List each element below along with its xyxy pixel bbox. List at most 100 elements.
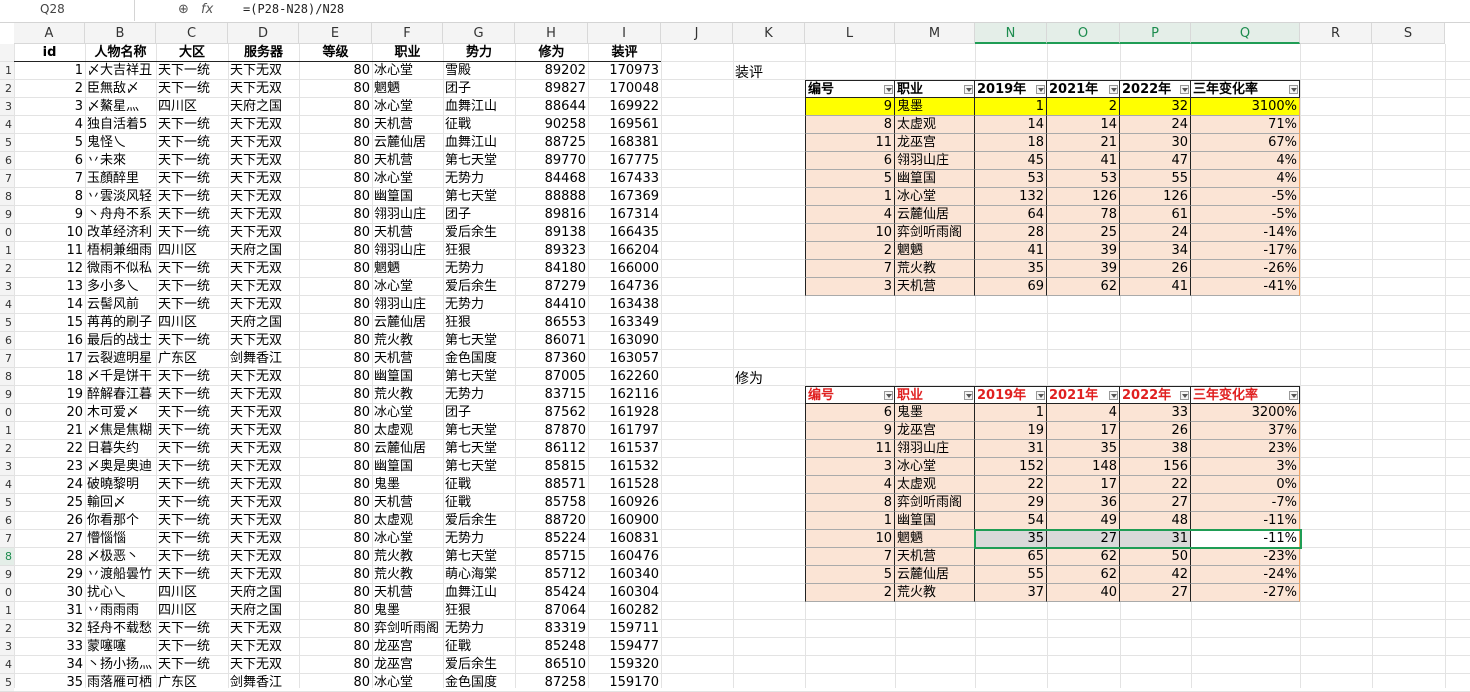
zhuangping-table-cell[interactable]: 32 <box>1120 98 1191 116</box>
table-cell[interactable]: 89323 <box>515 242 588 260</box>
zhuangping-table-cell[interactable]: 61 <box>1120 206 1191 224</box>
table-cell[interactable]: 164736 <box>588 278 661 296</box>
table-cell[interactable]: 天下一统 <box>156 548 228 566</box>
xiuwei-table-cell[interactable]: 36 <box>1047 494 1120 512</box>
row-number[interactable]: 5 <box>0 494 14 512</box>
table-cell[interactable]: 80 <box>299 548 372 566</box>
table-cell[interactable]: 80 <box>299 314 372 332</box>
table-cell[interactable]: 88720 <box>515 512 588 530</box>
xiuwei-header-cell[interactable]: 2022年 <box>1120 386 1191 404</box>
table-cell[interactable]: 160476 <box>588 548 661 566</box>
table-cell[interactable]: 天下一统 <box>156 620 228 638</box>
column-header-m[interactable]: M <box>895 23 975 44</box>
main-table-header[interactable]: 势力 <box>443 44 515 62</box>
xiuwei-table-cell[interactable]: 31 <box>975 440 1047 458</box>
table-cell[interactable]: 冰心堂 <box>372 98 443 116</box>
table-cell[interactable]: 22 <box>14 440 85 458</box>
table-cell[interactable]: 80 <box>299 260 372 278</box>
row-number[interactable]: 4 <box>0 476 14 494</box>
xiuwei-table-cell[interactable]: 5 <box>805 566 895 584</box>
table-cell[interactable]: 丶扬小扬灬 <box>85 656 156 674</box>
table-cell[interactable]: 云裂遮明星 <box>85 350 156 368</box>
table-cell[interactable]: 166204 <box>588 242 661 260</box>
xiuwei-table-cell[interactable]: 19 <box>975 422 1047 440</box>
table-cell[interactable]: 24 <box>14 476 85 494</box>
row-number[interactable]: 3 <box>0 98 14 116</box>
table-cell[interactable]: 翎羽山庄 <box>372 242 443 260</box>
table-cell[interactable]: 天下无双 <box>228 476 299 494</box>
table-cell[interactable]: 天下无双 <box>228 458 299 476</box>
table-cell[interactable]: 微雨不似私 <box>85 260 156 278</box>
table-cell[interactable]: 天下无双 <box>228 134 299 152</box>
row-number[interactable]: 9 <box>0 206 14 224</box>
table-cell[interactable]: 83319 <box>515 620 588 638</box>
table-cell[interactable]: 四川区 <box>156 602 228 620</box>
column-header-g[interactable]: G <box>443 23 515 44</box>
table-cell[interactable]: 鬼墨 <box>372 476 443 494</box>
table-cell[interactable]: 輸回〆 <box>85 494 156 512</box>
table-cell[interactable]: 89816 <box>515 206 588 224</box>
table-cell[interactable]: 7 <box>14 170 85 188</box>
zhuangping-table-cell[interactable]: 47 <box>1120 152 1191 170</box>
table-cell[interactable]: 160282 <box>588 602 661 620</box>
table-cell[interactable]: 88571 <box>515 476 588 494</box>
table-cell[interactable]: 四川区 <box>156 98 228 116</box>
table-cell[interactable]: 冰心堂 <box>372 62 443 80</box>
table-cell[interactable]: 天下一统 <box>156 278 228 296</box>
zhuangping-table-cell[interactable]: 35 <box>975 260 1047 278</box>
table-cell[interactable]: 最后的战士 <box>85 332 156 350</box>
xiuwei-table-cell[interactable]: 22 <box>975 476 1047 494</box>
xiuwei-table-cell[interactable]: 龙巫宫 <box>895 422 975 440</box>
table-cell[interactable]: 80 <box>299 494 372 512</box>
table-cell[interactable]: 83715 <box>515 386 588 404</box>
table-cell[interactable]: 85424 <box>515 584 588 602</box>
xiuwei-table-cell[interactable]: 弈剑听雨阁 <box>895 494 975 512</box>
table-cell[interactable]: 征戰 <box>443 638 515 656</box>
table-cell[interactable]: 荒火教 <box>372 386 443 404</box>
table-cell[interactable]: 第七天堂 <box>443 440 515 458</box>
table-cell[interactable]: 云麓仙居 <box>372 134 443 152</box>
xiuwei-header-cell[interactable]: 三年变化率 <box>1191 386 1300 404</box>
table-cell[interactable]: 80 <box>299 458 372 476</box>
table-cell[interactable]: 28 <box>14 548 85 566</box>
row-number[interactable]: 5 <box>0 134 14 152</box>
zhuangping-table-cell[interactable]: 126 <box>1047 188 1120 206</box>
table-cell[interactable]: 163438 <box>588 296 661 314</box>
row-number[interactable]: 7 <box>0 530 14 548</box>
xiuwei-table-cell[interactable]: 荒火教 <box>895 584 975 602</box>
xiuwei-table-cell[interactable]: 1 <box>805 512 895 530</box>
xiuwei-header-cell[interactable]: 2019年 <box>975 386 1047 404</box>
table-cell[interactable]: 17 <box>14 350 85 368</box>
table-cell[interactable]: 龙巫宫 <box>372 656 443 674</box>
zhuangping-table-cell[interactable]: 71% <box>1191 116 1300 134</box>
table-cell[interactable]: 80 <box>299 350 372 368</box>
table-cell[interactable]: 170973 <box>588 62 661 80</box>
table-cell[interactable]: 33 <box>14 638 85 656</box>
table-cell[interactable]: 血舞江山 <box>443 584 515 602</box>
table-cell[interactable]: 天下无双 <box>228 368 299 386</box>
xiuwei-table-cell[interactable]: 云麓仙居 <box>895 566 975 584</box>
table-cell[interactable]: 80 <box>299 170 372 188</box>
xiuwei-table-cell[interactable]: 35 <box>975 530 1047 548</box>
xiuwei-header-cell[interactable]: 职业 <box>895 386 975 404</box>
row-number[interactable]: 1 <box>0 422 14 440</box>
zhuangping-table-cell[interactable]: 132 <box>975 188 1047 206</box>
table-cell[interactable]: 天下无双 <box>228 386 299 404</box>
xiuwei-table-cell[interactable]: 11 <box>805 440 895 458</box>
table-cell[interactable]: 天下无双 <box>228 440 299 458</box>
table-cell[interactable]: 10 <box>14 224 85 242</box>
table-cell[interactable]: 天下一统 <box>156 332 228 350</box>
table-cell[interactable]: 狂狠 <box>443 242 515 260</box>
table-cell[interactable]: 剑舞香江 <box>228 674 299 692</box>
zhuangping-table-cell[interactable]: 126 <box>1120 188 1191 206</box>
table-cell[interactable]: 无势力 <box>443 260 515 278</box>
table-cell[interactable]: 冰心堂 <box>372 170 443 188</box>
table-cell[interactable]: 163349 <box>588 314 661 332</box>
xiuwei-header-cell[interactable]: 2021年 <box>1047 386 1120 404</box>
table-cell[interactable]: 80 <box>299 476 372 494</box>
table-cell[interactable]: 160831 <box>588 530 661 548</box>
zhuangping-table-cell[interactable]: 4% <box>1191 170 1300 188</box>
zhuangping-table-cell[interactable]: 69 <box>975 278 1047 296</box>
table-cell[interactable]: 12 <box>14 260 85 278</box>
table-cell[interactable]: 168381 <box>588 134 661 152</box>
